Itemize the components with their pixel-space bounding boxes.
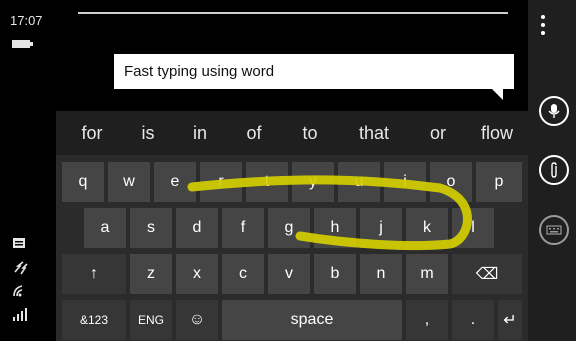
key-label: k: [423, 219, 431, 236]
microphone-button[interactable]: [539, 96, 569, 126]
key-label: e: [170, 173, 180, 190]
key-label: p: [494, 173, 504, 190]
key-label: a: [100, 219, 110, 236]
divider: [78, 12, 508, 14]
key-n[interactable]: n: [360, 254, 402, 294]
shift-key[interactable]: ↑: [62, 254, 126, 294]
language-key[interactable]: ENG: [130, 300, 172, 340]
key-g[interactable]: g: [268, 208, 310, 248]
more-icon[interactable]: [541, 15, 545, 37]
key-c[interactable]: c: [222, 254, 264, 294]
key-label: h: [330, 219, 340, 236]
key-i[interactable]: i: [384, 162, 426, 202]
emoji-icon: ☺: [188, 311, 206, 328]
signal-icon: [13, 308, 27, 321]
key-label: l: [471, 219, 475, 236]
key-label: n: [376, 265, 386, 282]
key-label: j: [379, 219, 383, 236]
key-w[interactable]: w: [108, 162, 150, 202]
message-area: Fast typing using word: [56, 0, 528, 111]
key-label: d: [192, 219, 202, 236]
key-d[interactable]: d: [176, 208, 218, 248]
app-bar: [528, 0, 576, 341]
bubble-tail: [491, 88, 503, 100]
numbers-key[interactable]: &123: [62, 300, 126, 340]
key-label: space: [290, 311, 334, 328]
key-p[interactable]: p: [476, 162, 522, 202]
enter-key[interactable]: ↵: [498, 300, 522, 340]
key-t[interactable]: t: [246, 162, 288, 202]
key-label: t: [264, 173, 270, 190]
suggestion-item[interactable]: is: [128, 111, 168, 155]
key-label: ENG: [137, 313, 164, 327]
keyboard-icon: [546, 225, 562, 235]
key-label: g: [284, 219, 294, 236]
key-f[interactable]: f: [222, 208, 264, 248]
key-label: x: [193, 265, 201, 282]
rotation-icon: [14, 261, 28, 275]
key-label: i: [403, 173, 407, 190]
key-v[interactable]: v: [268, 254, 310, 294]
suggestion-item[interactable]: for: [70, 111, 114, 155]
key-label: u: [354, 173, 364, 190]
key-label: c: [239, 265, 247, 282]
key-m[interactable]: m: [406, 254, 448, 294]
key-j[interactable]: j: [360, 208, 402, 248]
status-bar: 17:07: [0, 0, 56, 341]
key-label: q: [78, 173, 88, 190]
key-s[interactable]: s: [130, 208, 172, 248]
key-label: .: [470, 311, 476, 328]
key-label: r: [218, 173, 224, 190]
key-q[interactable]: q: [62, 162, 104, 202]
shift-icon: ↑: [90, 265, 98, 282]
key-l[interactable]: l: [452, 208, 494, 248]
enter-icon: ↵: [503, 312, 517, 329]
key-label: w: [123, 173, 135, 190]
space-key[interactable]: space: [222, 300, 402, 340]
battery-icon: [12, 40, 33, 48]
key-b[interactable]: b: [314, 254, 356, 294]
clock-time: 17:07: [10, 13, 43, 28]
message-input[interactable]: Fast typing using word: [114, 54, 514, 89]
key-a[interactable]: a: [84, 208, 126, 248]
key-label: o: [446, 173, 456, 190]
key-label: v: [285, 265, 293, 282]
suggestion-item[interactable]: that: [344, 111, 404, 155]
microphone-icon: [548, 104, 560, 118]
key-e[interactable]: e: [154, 162, 196, 202]
suggestion-item[interactable]: of: [234, 111, 274, 155]
key-y[interactable]: y: [292, 162, 334, 202]
key-label: s: [147, 219, 155, 236]
key-label: ,: [424, 311, 430, 328]
backspace-key[interactable]: ⌫: [452, 254, 522, 294]
key-o[interactable]: o: [430, 162, 472, 202]
key-k[interactable]: k: [406, 208, 448, 248]
message-icon: [13, 238, 25, 248]
key-label: m: [420, 265, 434, 282]
attach-button[interactable]: [539, 155, 569, 185]
suggestion-item[interactable]: in: [180, 111, 220, 155]
key-h[interactable]: h: [314, 208, 356, 248]
keyboard: for is in of to that or flow q w e r t y…: [56, 111, 528, 341]
emoji-key[interactable]: ☺: [176, 300, 218, 340]
key-r[interactable]: r: [200, 162, 242, 202]
suggestion-item[interactable]: flow: [472, 111, 522, 155]
wifi-icon: [13, 285, 23, 297]
suggestion-bar: for is in of to that or flow: [56, 111, 528, 155]
key-z[interactable]: z: [130, 254, 172, 294]
attach-icon: [551, 162, 557, 178]
key-label: f: [240, 219, 246, 236]
period-key[interactable]: .: [452, 300, 494, 340]
suggestion-item[interactable]: or: [416, 111, 460, 155]
key-label: &123: [79, 313, 109, 327]
keyboard-button[interactable]: [539, 215, 569, 245]
key-label: z: [147, 265, 155, 282]
backspace-icon: ⌫: [475, 266, 499, 283]
suggestion-item[interactable]: to: [288, 111, 332, 155]
key-x[interactable]: x: [176, 254, 218, 294]
key-label: b: [330, 265, 340, 282]
key-u[interactable]: u: [338, 162, 380, 202]
comma-key[interactable]: ,: [406, 300, 448, 340]
key-label: y: [309, 173, 317, 190]
